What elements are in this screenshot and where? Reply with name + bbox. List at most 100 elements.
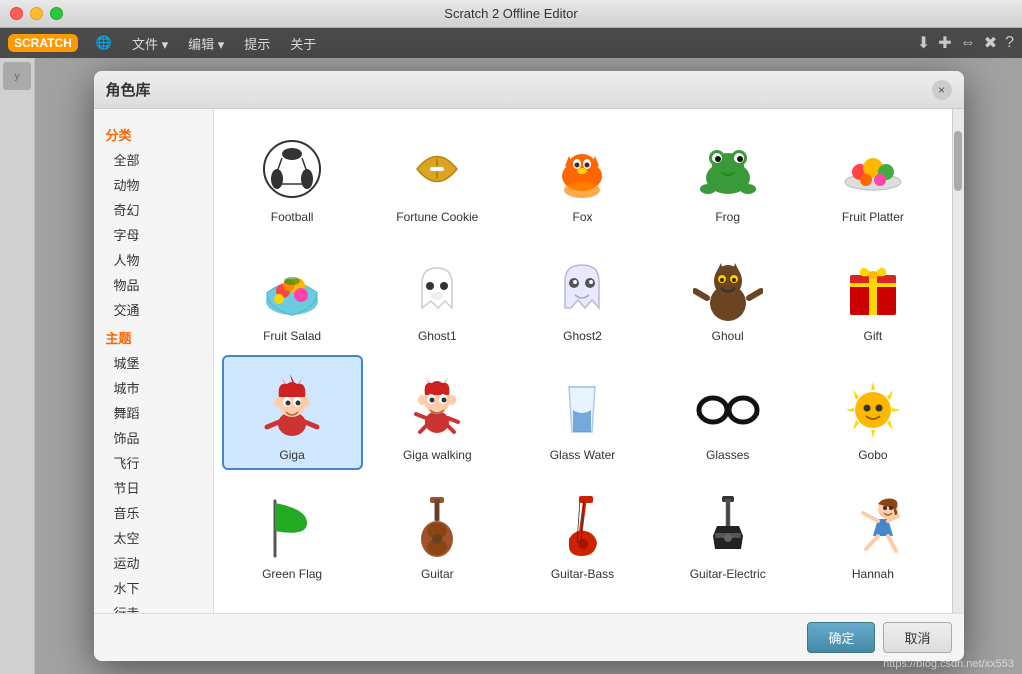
sprite-cell-gift[interactable]: Gift	[802, 236, 943, 351]
sprite-image-guitar-bass	[542, 488, 622, 563]
sidebar-item-sports[interactable]: 运动	[94, 550, 213, 575]
sprite-image-giga-walking	[397, 369, 477, 444]
sprite-label-green-flag: Green Flag	[262, 567, 322, 581]
sidebar-item-people[interactable]: 人物	[94, 247, 213, 272]
sidebar-item-animals[interactable]: 动物	[94, 172, 213, 197]
sprite-grid-scroll[interactable]: Football	[214, 109, 952, 613]
sidebar-item-city[interactable]: 城市	[94, 375, 213, 400]
sprite-label-ghoul: Ghoul	[712, 329, 744, 343]
sidebar-item-castle[interactable]: 城堡	[94, 350, 213, 375]
sprite-cell-giga[interactable]: Giga	[222, 355, 363, 470]
sprite-cell-guitar[interactable]: Guitar	[367, 474, 508, 589]
sidebar-section-theme: 主题	[94, 322, 213, 350]
sidebar-item-music[interactable]: 音乐	[94, 500, 213, 525]
confirm-button[interactable]: 确定	[807, 622, 875, 653]
toolbar-add-icon[interactable]: ✚	[938, 33, 951, 53]
sprite-image-green-flag	[252, 488, 332, 563]
sprite-cell-giga-walking[interactable]: Giga walking	[367, 355, 508, 470]
sprite-label-guitar: Guitar	[421, 567, 454, 581]
sprite-label-fruit-salad: Fruit Salad	[263, 329, 321, 343]
sprite-cell-ghost1[interactable]: Ghost1	[367, 236, 508, 351]
sprite-cell-ghost2[interactable]: Ghost2	[512, 236, 653, 351]
sprite-cell-frog[interactable]: Frog	[657, 117, 798, 232]
sprite-cell-glass-water[interactable]: Glass Water	[512, 355, 653, 470]
toolbar-close-icon[interactable]: ✖	[984, 33, 997, 53]
sprite-label-guitar-bass: Guitar-Bass	[551, 567, 614, 581]
sidebar-section-category: 分类	[94, 119, 213, 147]
sprite-image-fortune-cookie	[397, 131, 477, 206]
toolbar-arrows-icon[interactable]: ⇔	[960, 34, 976, 52]
menu-edit[interactable]: 编辑 ▾	[180, 31, 232, 56]
sprite-image-frog	[688, 131, 768, 206]
dialog-close-button[interactable]: ×	[932, 80, 952, 100]
sprite-cell-guitar-bass[interactable]: Guitar-Bass	[512, 474, 653, 589]
sprite-label-gift: Gift	[864, 329, 883, 343]
sprite-image-hannah	[833, 488, 913, 563]
toolbar-help-icon[interactable]: ?	[1005, 34, 1014, 52]
sprite-image-guitar	[397, 488, 477, 563]
dialog-body: 分类 全部 动物 奇幻 字母 人物 物品 交通 主题 城堡 城市 舞蹈 饰品 飞…	[94, 109, 964, 613]
sidebar-item-dance[interactable]: 舞蹈	[94, 400, 213, 425]
sidebar-item-things[interactable]: 物品	[94, 272, 213, 297]
sprite-cell-fox[interactable]: Fox	[512, 117, 653, 232]
sprite-label-hannah: Hannah	[852, 567, 894, 581]
close-window-button[interactable]	[10, 7, 23, 20]
sprite-cell-football[interactable]: Football	[222, 117, 363, 232]
sprite-label-gobo: Gobo	[858, 448, 887, 462]
menu-globe[interactable]: 🌐	[88, 32, 120, 54]
dialog-header: 角色库 ×	[94, 71, 964, 109]
main-area: y 角色库 × 分类 全部 动物 奇幻 字母 人物 物品	[0, 58, 1022, 674]
sprite-image-ghost2	[542, 250, 622, 325]
sprite-image-gobo	[833, 369, 913, 444]
sprite-image-glasses	[688, 369, 768, 444]
sidebar-item-accessories[interactable]: 饰品	[94, 425, 213, 450]
sprite-image-football	[252, 131, 332, 206]
sprite-cell-fruit-salad[interactable]: Fruit Salad	[222, 236, 363, 351]
sidebar-item-underwater[interactable]: 水下	[94, 575, 213, 600]
sidebar-item-fantasy[interactable]: 奇幻	[94, 197, 213, 222]
sprite-cell-glasses[interactable]: Glasses	[657, 355, 798, 470]
sprite-label-football: Football	[271, 210, 314, 224]
sprite-cell-hannah[interactable]: Hannah	[802, 474, 943, 589]
sidebar: 分类 全部 动物 奇幻 字母 人物 物品 交通 主题 城堡 城市 舞蹈 饰品 飞…	[94, 109, 214, 613]
sidebar-item-letters[interactable]: 字母	[94, 222, 213, 247]
sidebar-item-transport[interactable]: 交通	[94, 297, 213, 322]
traffic-lights	[10, 7, 63, 20]
sidebar-item-all[interactable]: 全部	[94, 147, 213, 172]
sprite-image-ghoul	[688, 250, 768, 325]
watermark: https://blog.csdn.net/xx553	[883, 658, 1014, 670]
sidebar-item-holiday[interactable]: 节日	[94, 475, 213, 500]
sprite-cell-ghoul[interactable]: Ghoul	[657, 236, 798, 351]
maximize-window-button[interactable]	[50, 7, 63, 20]
sidebar-item-walking[interactable]: 行走	[94, 600, 213, 613]
menu-about[interactable]: 关于	[282, 31, 324, 56]
sprite-cell-gobo[interactable]: Gobo	[802, 355, 943, 470]
sprite-cell-fortune-cookie[interactable]: Fortune Cookie	[367, 117, 508, 232]
sprite-label-frog: Frog	[715, 210, 740, 224]
dialog-overlay: 角色库 × 分类 全部 动物 奇幻 字母 人物 物品 交通 主题	[35, 58, 1022, 674]
sprite-cell-guitar-electric[interactable]: Guitar-Electric	[657, 474, 798, 589]
sprite-image-ghost1	[397, 250, 477, 325]
menu-file[interactable]: 文件 ▾	[124, 31, 176, 56]
sprite-image-fox	[542, 131, 622, 206]
toolbar-download-icon[interactable]: ⬇	[917, 33, 930, 53]
toolbar-icons: ⬇ ✚ ⇔ ✖ ?	[917, 33, 1014, 53]
sprite-label-fox: Fox	[572, 210, 592, 224]
dialog-scrollbar[interactable]	[952, 109, 964, 613]
minimize-window-button[interactable]	[30, 7, 43, 20]
sprite-cell-fruit-platter[interactable]: Fruit Platter	[802, 117, 943, 232]
menu-tips[interactable]: 提示	[236, 31, 278, 56]
sprite-label-glasses: Glasses	[706, 448, 749, 462]
sprite-label-giga-walking: Giga walking	[403, 448, 472, 462]
cancel-button[interactable]: 取消	[883, 622, 951, 653]
titlebar: Scratch 2 Offline Editor	[0, 0, 1022, 28]
sprite-image-guitar-electric	[688, 488, 768, 563]
sprite-cell-green-flag[interactable]: Green Flag	[222, 474, 363, 589]
sprite-label-ghost2: Ghost2	[563, 329, 602, 343]
sidebar-item-flying[interactable]: 飞行	[94, 450, 213, 475]
sidebar-item-space[interactable]: 太空	[94, 525, 213, 550]
sprite-grid-area: Football	[214, 109, 952, 613]
sprite-label-glass-water: Glass Water	[550, 448, 616, 462]
sprite-image-giga	[252, 369, 332, 444]
scrollbar-thumb[interactable]	[954, 131, 962, 191]
